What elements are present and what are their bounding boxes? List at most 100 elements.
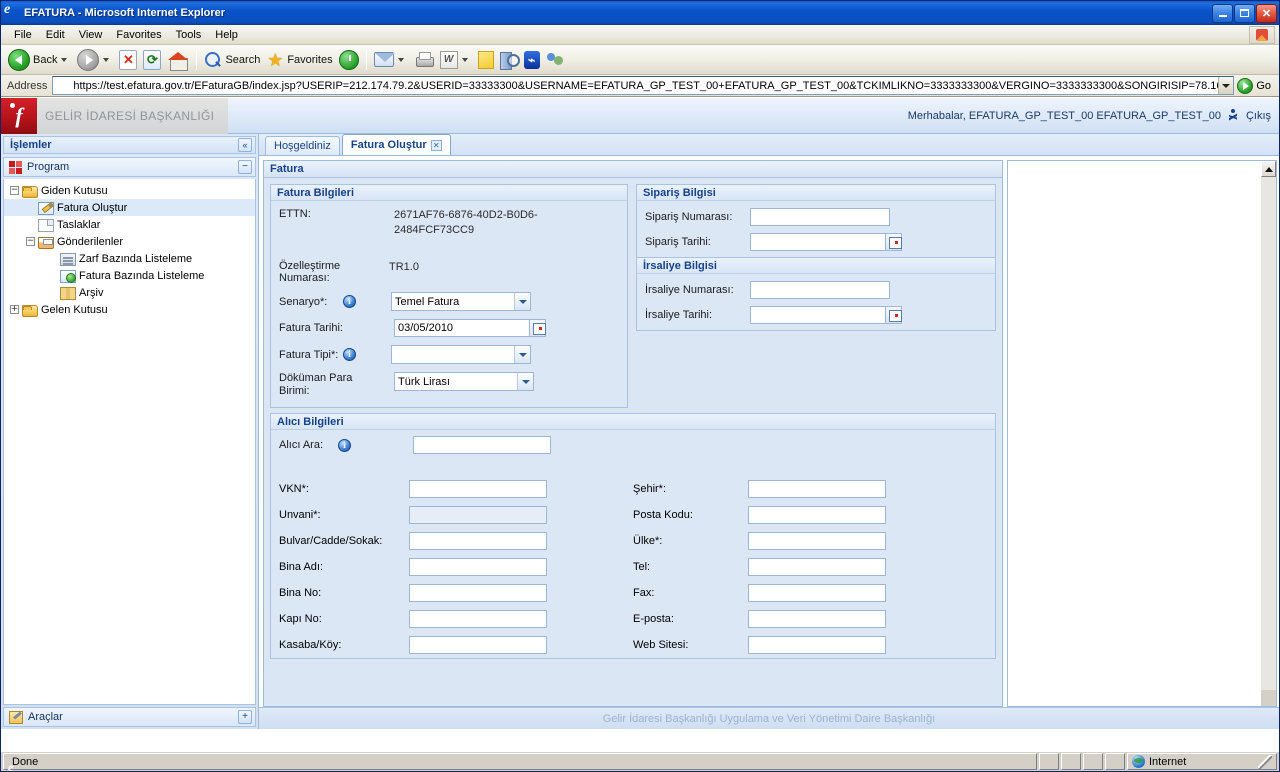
menu-item-tools[interactable]: Tools — [169, 27, 209, 43]
sidebar-item-giden-kutusu[interactable]: − Giden Kutusu — [4, 182, 255, 199]
scrollbar-track[interactable] — [1261, 177, 1276, 690]
edit-in-word-button[interactable]: W — [437, 47, 475, 73]
right-empty-pane — [1007, 160, 1277, 707]
tree-label: Fatura Oluştur — [57, 201, 128, 214]
content-vertical-scrollbar[interactable] — [1260, 161, 1276, 706]
eposta-input[interactable] — [748, 610, 886, 628]
bina-no-input[interactable] — [409, 584, 547, 602]
forward-button[interactable] — [74, 47, 116, 73]
history-button[interactable] — [336, 47, 362, 73]
tel-input[interactable] — [748, 558, 886, 576]
edit-dropdown-icon[interactable] — [461, 57, 468, 62]
fatura-bilgileri-title: Fatura Bilgileri — [271, 185, 627, 201]
program-collapse-toggle[interactable]: − — [238, 160, 252, 174]
siparis-tarihi-input[interactable] — [750, 233, 885, 251]
toolbar-separator — [196, 49, 198, 70]
tab-hosgeldiniz[interactable]: Hoşgeldiniz — [265, 136, 340, 155]
sehir-label: Şehir*: — [633, 483, 667, 495]
go-button[interactable]: Go — [1234, 76, 1277, 96]
sidebar-item-fatura-bazinda-listeleme[interactable]: Fatura Bazında Listeleme — [4, 267, 255, 284]
tab-close-icon[interactable]: ✕ — [430, 139, 442, 151]
back-dropdown-icon[interactable] — [61, 57, 68, 62]
fatura-tarihi-input[interactable]: 03/05/2010 — [394, 319, 529, 337]
refresh-button[interactable]: ⟳ — [140, 47, 164, 73]
address-input[interactable]: https://test.efatura.gov.tr/EFaturaGB/in… — [52, 76, 1235, 95]
sidebar-item-gonderilenler[interactable]: − Gönderilenler — [4, 233, 255, 250]
posta-kodu-input[interactable] — [748, 506, 886, 524]
dokuman-para-select[interactable]: Türk Lirası — [394, 372, 534, 391]
bulvar-input[interactable] — [409, 532, 547, 550]
calendar-icon[interactable] — [885, 233, 902, 251]
fatura-tarihi-datefield[interactable]: 03/05/2010 — [394, 319, 546, 337]
close-button[interactable]: ✕ — [1256, 3, 1277, 23]
tree-toggle-icon[interactable]: − — [10, 186, 19, 195]
calendar-icon[interactable] — [885, 306, 902, 324]
sidebar-item-zarf-bazinda-listeleme[interactable]: Zarf Bazında Listeleme — [4, 250, 255, 267]
logout-link[interactable]: Çıkış — [1246, 110, 1271, 122]
notes-button[interactable] — [475, 47, 497, 73]
sidebar-item-fatura-olustur[interactable]: Fatura Oluştur — [4, 199, 255, 216]
info-icon[interactable]: i — [343, 295, 356, 308]
sidebar-tools-group[interactable]: Araçlar + — [3, 707, 256, 727]
top-row: Fatura Bilgileri ETTN: 2671AF76-6876-40D… — [270, 184, 996, 408]
home-button[interactable] — [164, 47, 192, 73]
minimize-button[interactable] — [1212, 3, 1233, 23]
siparis-numarasi-input[interactable] — [750, 208, 890, 226]
favorites-button[interactable]: ★ Favorites — [263, 47, 335, 73]
sidebar-collapse-button[interactable]: « — [238, 138, 252, 152]
bluetooth-button[interactable]: ⌁ — [521, 47, 543, 73]
ulke-input[interactable] — [748, 532, 886, 550]
address-dropdown-button[interactable] — [1218, 77, 1234, 94]
sidebar-program-group[interactable]: Program − — [3, 157, 256, 177]
menu-item-view[interactable]: View — [72, 27, 110, 43]
sidebar-item-gelen-kutusu[interactable]: + Gelen Kutusu — [4, 301, 255, 318]
kasaba-koy-input[interactable] — [409, 636, 547, 654]
sehir-input[interactable] — [748, 480, 886, 498]
info-icon[interactable]: i — [338, 438, 351, 452]
research-button[interactable] — [497, 47, 521, 73]
web-sitesi-input[interactable] — [748, 636, 886, 654]
kapi-no-input[interactable] — [409, 610, 547, 628]
unvani-input[interactable] — [409, 506, 547, 524]
vkn-input[interactable] — [409, 480, 547, 498]
alici-right-column: Şehir*: Posta Kodu: Ülke*: Tel: Fax: E-p… — [633, 476, 987, 658]
irsaliye-numarasi-input[interactable] — [750, 281, 890, 299]
irsaliye-tarihi-datefield[interactable] — [750, 306, 902, 324]
bina-adi-input[interactable] — [409, 558, 547, 576]
info-icon[interactable]: i — [343, 348, 356, 361]
archive-icon — [60, 286, 76, 300]
search-button[interactable]: Search — [201, 47, 263, 73]
calendar-icon[interactable] — [529, 319, 546, 337]
sidebar-item-arsiv[interactable]: Arşiv — [4, 284, 255, 301]
forward-dropdown-icon[interactable] — [103, 57, 110, 62]
tree-toggle-icon[interactable]: + — [10, 305, 19, 314]
menu-item-help[interactable]: Help — [208, 27, 245, 43]
alici-ara-input[interactable] — [413, 436, 551, 454]
menu-item-edit[interactable]: Edit — [39, 27, 72, 43]
scroll-up-button[interactable] — [1261, 161, 1276, 177]
messenger-button[interactable] — [543, 47, 569, 73]
menu-item-favorites[interactable]: Favorites — [109, 27, 168, 43]
security-zone-cell[interactable]: Internet — [1127, 753, 1277, 770]
siparis-tarihi-datefield[interactable] — [750, 233, 902, 251]
back-button[interactable]: Back — [5, 47, 74, 73]
right-fieldsets-column: Sipariş Bilgisi Sipariş Numarası: Sipari… — [636, 184, 996, 408]
senaryo-select[interactable]: Temel Fatura — [391, 292, 531, 311]
tools-expand-toggle[interactable]: + — [238, 710, 252, 724]
fatura-tipi-select[interactable] — [391, 345, 531, 364]
mail-button[interactable] — [371, 47, 411, 73]
tab-label: Hoşgeldiniz — [274, 140, 331, 152]
mail-dropdown-icon[interactable] — [397, 57, 404, 62]
stop-button[interactable]: ✕ — [116, 47, 140, 73]
resize-grip-icon[interactable] — [1258, 754, 1272, 769]
fax-input[interactable] — [748, 584, 886, 602]
favorites-label: Favorites — [287, 53, 333, 66]
tree-toggle-icon[interactable]: − — [26, 237, 35, 246]
menu-item-file[interactable]: File — [7, 27, 39, 43]
alici-ara-label: Alıcı Ara: — [279, 439, 324, 451]
irsaliye-tarihi-input[interactable] — [750, 306, 885, 324]
print-button[interactable] — [411, 47, 437, 73]
maximize-button[interactable] — [1234, 3, 1255, 23]
tab-fatura-olustur[interactable]: Fatura Oluştur ✕ — [341, 134, 451, 155]
sidebar-item-taslaklar[interactable]: Taslaklar — [4, 216, 255, 233]
